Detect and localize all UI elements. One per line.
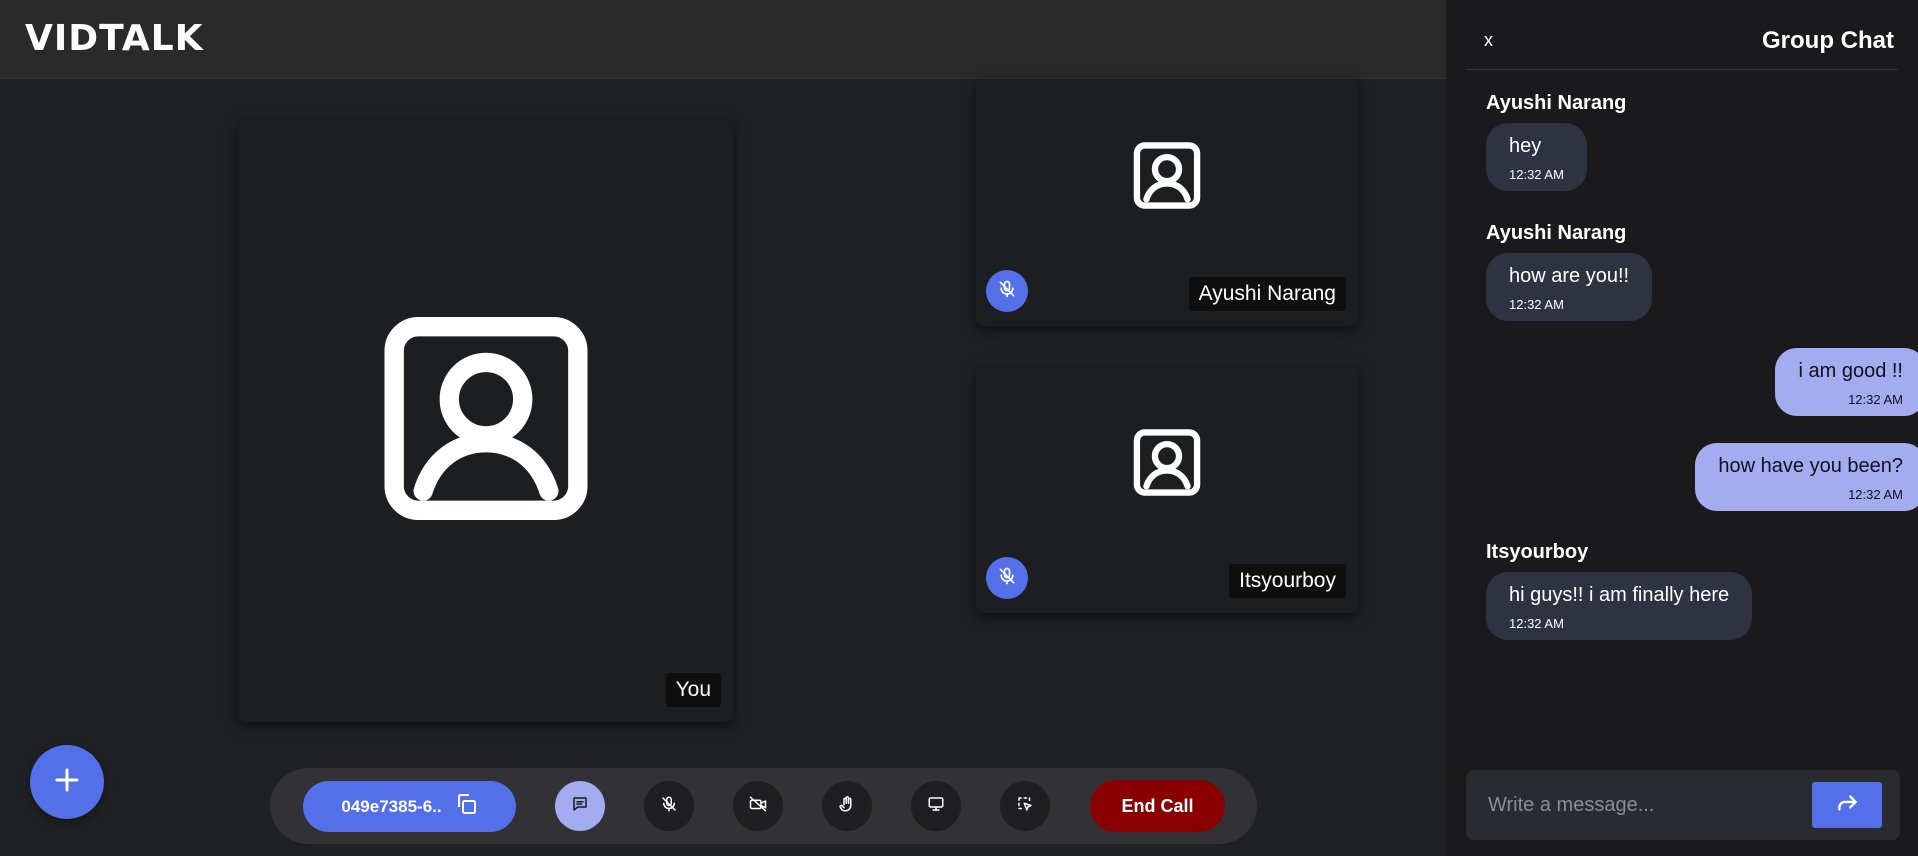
message-input[interactable]: [1488, 788, 1828, 822]
copy-icon: [454, 792, 478, 821]
message-item: Ayushi Narang how are you!! 12:32 AM: [1486, 222, 1653, 321]
message-time: 12:32 AM: [1509, 297, 1564, 312]
user-avatar-icon: [370, 302, 602, 539]
call-controls-bar: 049e7385-6.. End Call: [270, 768, 1257, 844]
message-bubble: hey 12:32 AM: [1486, 123, 1587, 191]
message-time: 12:32 AM: [1509, 167, 1564, 182]
close-chat-button[interactable]: x: [1484, 30, 1493, 51]
selection-cursor-icon: [1016, 795, 1034, 818]
message-item: i am good !! 12:32 AM: [1775, 348, 1918, 416]
mic-off-icon: [997, 566, 1017, 591]
name-tag-participant: Itsyourboy: [1229, 564, 1346, 598]
plus-icon: [52, 765, 82, 800]
message-item: Itsyourboy hi guys!! i am finally here 1…: [1486, 541, 1753, 640]
message-time: 12:32 AM: [1848, 392, 1903, 407]
chat-header: x Group Chat: [1466, 0, 1898, 70]
raise-hand-button[interactable]: [822, 781, 872, 831]
app-logo: VIDTALK: [25, 18, 204, 59]
meeting-id-text: 049e7385-6..: [341, 796, 442, 816]
message-item: how have you been? 12:32 AM: [1695, 443, 1918, 511]
video-off-icon: [749, 795, 767, 818]
message-text: hey: [1509, 135, 1542, 157]
mic-off-icon: [997, 279, 1017, 304]
message-bubble: how are you!! 12:32 AM: [1486, 253, 1653, 321]
muted-mic-badge: [986, 557, 1028, 599]
message-composer: [1466, 770, 1900, 840]
user-avatar-icon: [1129, 137, 1205, 218]
screen-share-button[interactable]: [911, 781, 961, 831]
end-call-button[interactable]: End Call: [1090, 780, 1225, 832]
video-tile-participant: Itsyourboy: [976, 366, 1358, 613]
message-text: how are you!!: [1509, 265, 1630, 287]
chat-title: Group Chat: [1762, 27, 1894, 54]
muted-mic-badge: [986, 270, 1028, 312]
message-sender: Itsyourboy: [1486, 541, 1589, 563]
video-stage: You Ayushi Narang Itsyourboy: [0, 79, 1446, 856]
message-text: hi guys!! i am finally here: [1509, 584, 1730, 606]
video-tile-self: You: [238, 119, 733, 722]
send-arrow-icon: [1834, 790, 1860, 821]
message-item: Ayushi Narang hey 12:32 AM: [1486, 92, 1626, 191]
message-time: 12:32 AM: [1509, 616, 1564, 631]
name-tag-self: You: [665, 673, 721, 707]
message-bubble: i am good !! 12:32 AM: [1775, 348, 1918, 416]
message-sender: Ayushi Narang: [1486, 92, 1627, 114]
microphone-toggle-button[interactable]: [644, 781, 694, 831]
user-avatar-icon: [1129, 424, 1205, 505]
name-tag-participant: Ayushi Narang: [1188, 277, 1346, 311]
add-participant-button[interactable]: [30, 745, 104, 819]
message-text: i am good !!: [1798, 360, 1903, 382]
camera-toggle-button[interactable]: [733, 781, 783, 831]
chat-icon: [571, 795, 589, 818]
copy-meeting-id-button[interactable]: 049e7385-6..: [303, 781, 516, 832]
send-message-button[interactable]: [1812, 782, 1882, 828]
message-text: how have you been?: [1718, 455, 1903, 477]
top-bar: VIDTALK: [0, 0, 1446, 79]
message-sender: Ayushi Narang: [1486, 222, 1627, 244]
message-time: 12:32 AM: [1848, 487, 1903, 502]
chat-toggle-button[interactable]: [555, 781, 605, 831]
mic-off-icon: [660, 795, 678, 818]
message-bubble: how have you been? 12:32 AM: [1695, 443, 1918, 511]
video-tile-participant: Ayushi Narang: [976, 79, 1358, 326]
group-chat-panel: x Group Chat Ayushi Narang hey 12:32 AM …: [1446, 0, 1918, 856]
select-area-button[interactable]: [1000, 781, 1050, 831]
message-bubble: hi guys!! i am finally here 12:32 AM: [1486, 572, 1753, 640]
hand-icon: [838, 795, 856, 818]
monitor-icon: [927, 795, 945, 818]
